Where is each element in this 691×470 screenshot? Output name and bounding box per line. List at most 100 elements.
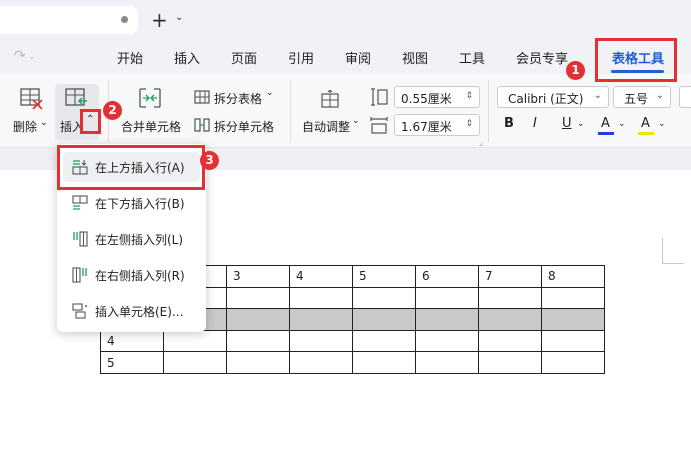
split-table-icon[interactable] [194,90,210,104]
menu-item-label: 在左侧插入列(L) [95,233,184,247]
underline-chevron-icon[interactable]: ⌄ [577,119,585,129]
menu-item-label: 在右侧插入列(R) [95,269,185,283]
autofit-icon[interactable] [320,90,340,108]
font-size-chevron-icon[interactable]: ⌄ [656,90,664,101]
title-bar: + ⌄ [0,0,691,40]
split-cells-label[interactable]: 拆分单元格 [214,118,274,135]
table-cell[interactable] [478,329,542,353]
table-cell[interactable] [289,351,353,374]
autofit-chevron-icon[interactable]: ⌄ [352,116,360,126]
font-size-select[interactable]: 五号 ⌄ [613,86,671,108]
table-cell[interactable] [478,308,542,331]
font-color-chevron-icon[interactable]: ⌄ [618,119,626,129]
document-tab[interactable] [0,6,138,34]
ribbon-separator [488,80,489,142]
delete-button-label[interactable]: 删除 [13,118,37,135]
italic-button[interactable]: I [533,116,537,131]
table-cell[interactable]: 5 [100,351,164,374]
row-height-input[interactable]: 0.55厘米 ⇕ [394,86,480,108]
table-cell[interactable] [415,308,479,331]
delete-table-icon[interactable] [20,88,44,110]
table-cell[interactable] [163,329,227,353]
table-cell[interactable]: 4 [100,329,164,353]
tab-member[interactable]: 会员专享 [516,48,568,67]
redo-icon[interactable]: ↷ [14,48,26,64]
page-corner-mark [662,238,684,264]
insert-table-icon[interactable] [65,88,89,110]
tab-tools[interactable]: 工具 [459,48,485,67]
table-cell[interactable] [289,286,353,310]
table-cell[interactable] [289,308,353,331]
table-cell[interactable]: 4 [289,265,353,288]
font-color-button[interactable]: A [601,116,610,131]
table-cell[interactable] [226,308,290,331]
menu-item-insert-cell[interactable]: 插入单元格(E)... [63,296,200,326]
column-width-stepper-icon[interactable]: ⇕ [465,119,473,129]
redo-chevron-icon[interactable]: ⌄ [28,52,36,62]
new-tab-button[interactable]: + [151,6,168,34]
row-height-value: 0.55厘米 [401,92,452,106]
table-cell[interactable] [541,308,605,331]
insert-col-left-icon [73,231,88,247]
table-cell[interactable]: 7 [478,265,542,288]
table-cell[interactable] [541,351,605,374]
font-name-value: Calibri (正文) [508,92,584,106]
tab-references[interactable]: 引用 [288,48,314,67]
menu-item-insert-col-right[interactable]: 在右侧插入列(R) [63,260,200,290]
highlight-chevron-icon[interactable]: ⌄ [658,119,666,129]
bold-button[interactable]: B [504,116,514,131]
table-cell[interactable] [415,329,479,353]
table-row[interactable]: 4 [100,329,605,353]
column-width-value: 1.67厘米 [401,120,452,134]
tab-review[interactable]: 审阅 [345,48,371,67]
font-name-chevron-icon[interactable]: ⌄ [594,90,602,101]
table-cell[interactable] [478,351,542,374]
menu-item-insert-col-left[interactable]: 在左侧插入列(L) [63,224,200,254]
column-width-input[interactable]: 1.67厘米 ⇕ [394,114,480,136]
table-cell[interactable] [352,308,416,331]
font-grow-button[interactable] [679,86,691,108]
table-cell[interactable] [163,351,227,374]
table-cell[interactable] [226,329,290,353]
split-cells-icon[interactable] [194,118,210,132]
tab-page[interactable]: 页面 [231,48,257,67]
insert-col-right-icon [72,267,87,283]
merge-cells-icon[interactable] [138,88,162,108]
table-cell[interactable] [289,329,353,353]
table-cell[interactable]: 8 [541,265,605,288]
split-table-label[interactable]: 拆分表格 [214,90,262,107]
menu-bar: ↷ ⌄ 开始 插入 页面 引用 审阅 视图 工具 会员专享 表格工具 [0,40,691,74]
table-cell[interactable] [226,286,290,310]
new-tab-menu-chevron-icon[interactable]: ⌄ [175,12,183,23]
table-cell[interactable] [541,286,605,310]
table-cell[interactable]: 6 [415,265,479,288]
autofit-label[interactable]: 自动调整 [302,118,350,135]
table-cell[interactable] [352,351,416,374]
font-color-swatch [598,132,614,135]
ribbon-separator [290,80,291,142]
row-height-stepper-icon[interactable]: ⇕ [465,91,473,101]
tab-start[interactable]: 开始 [117,48,143,67]
font-name-select[interactable]: Calibri (正文) ⌄ [497,86,609,108]
table-cell[interactable]: 3 [226,265,290,288]
table-cell[interactable] [478,286,542,310]
cell-size-dialog-launcher-icon[interactable]: ⌟ [479,138,483,147]
delete-chevron-icon[interactable]: ⌄ [40,118,48,128]
table-cell[interactable] [352,286,416,310]
table-cell[interactable] [415,351,479,374]
table-cell[interactable] [541,329,605,353]
highlight-swatch [638,132,654,135]
split-table-chevron-icon[interactable]: ⌄ [266,88,274,98]
tab-view[interactable]: 视图 [402,48,428,67]
table-row[interactable]: 5 [100,351,605,374]
table-cell[interactable] [226,351,290,374]
table-cell[interactable] [415,286,479,310]
table-cell[interactable] [352,329,416,353]
tab-insert[interactable]: 插入 [174,48,200,67]
annotation-box-insert-row-above [57,145,205,190]
menu-item-insert-row-below[interactable]: 在下方插入行(B) [63,188,200,218]
highlight-button[interactable]: A [641,116,650,131]
table-cell[interactable]: 5 [352,265,416,288]
merge-cells-label[interactable]: 合并单元格 [121,118,181,135]
underline-button[interactable]: U [562,116,572,131]
